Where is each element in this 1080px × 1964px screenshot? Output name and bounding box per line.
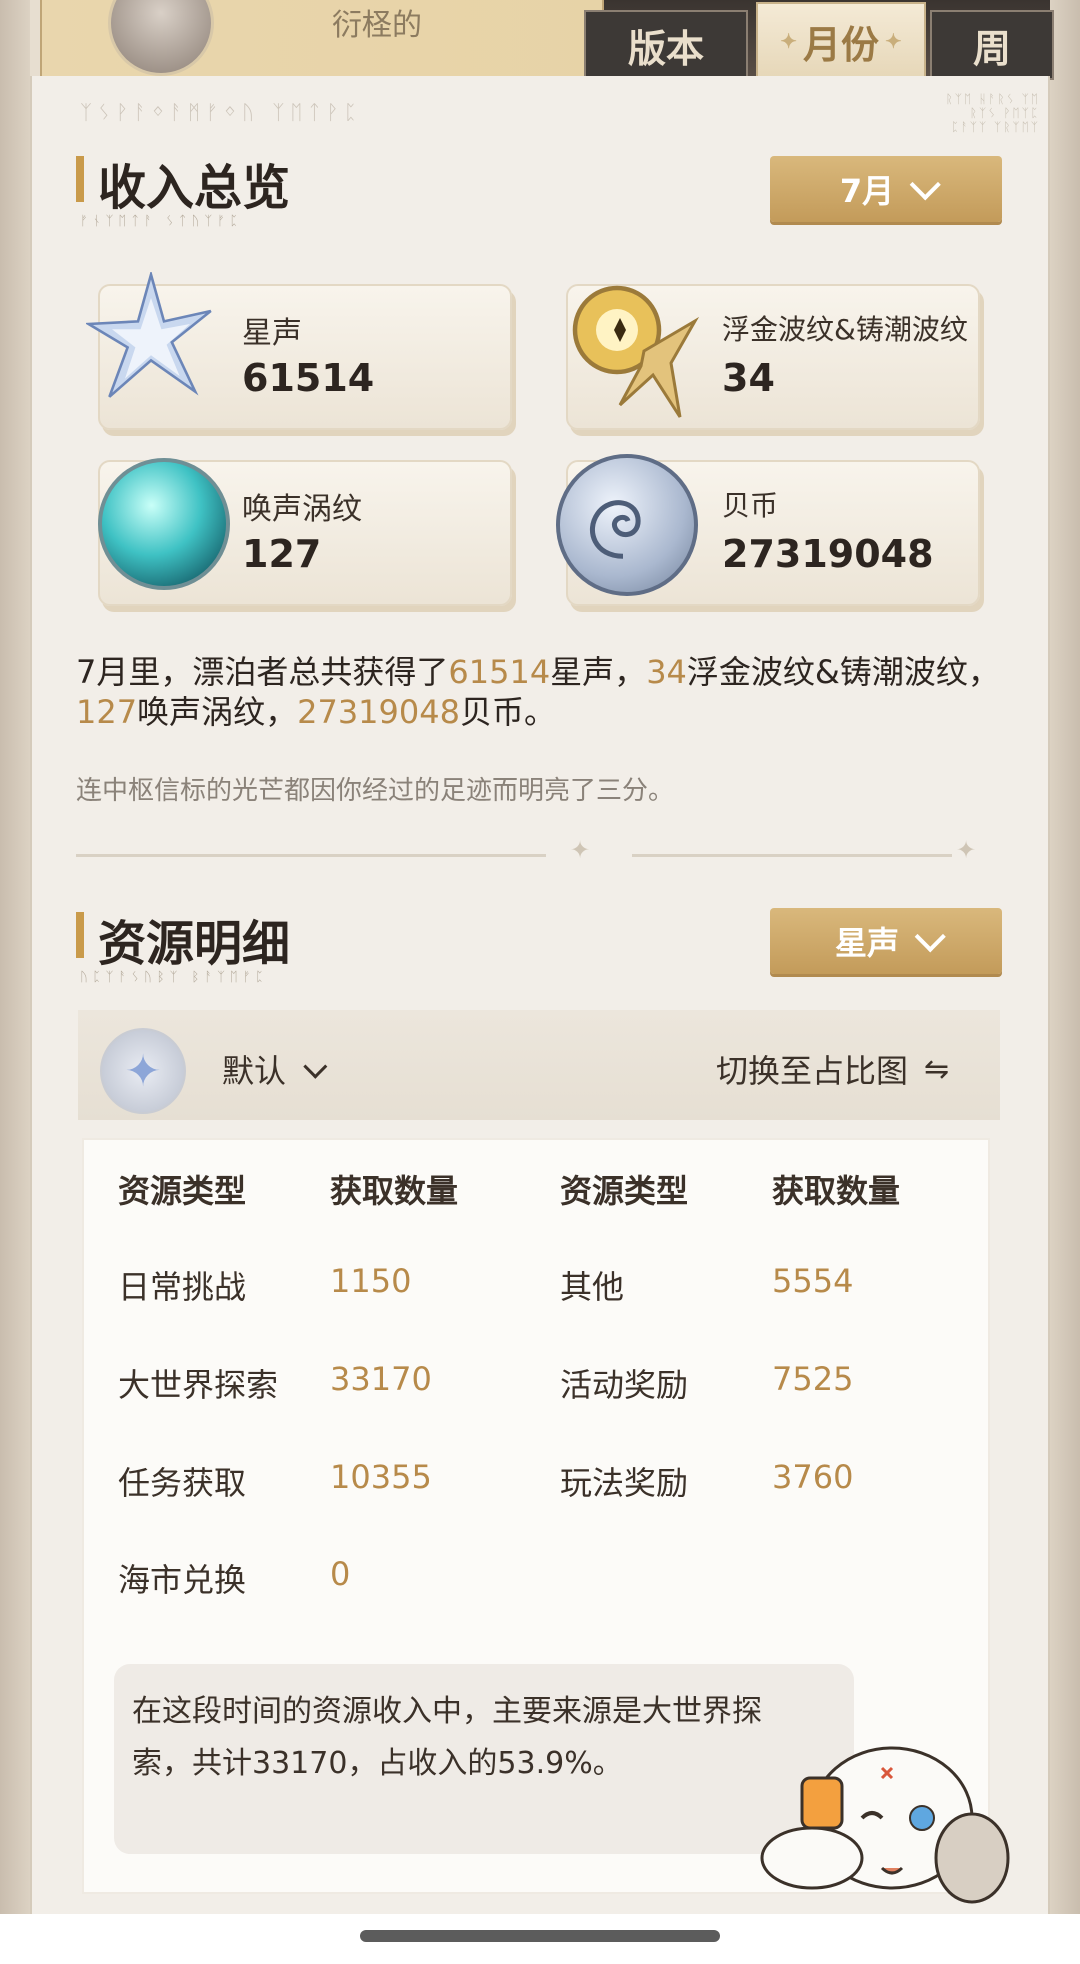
table-cell-label: 玩法奖励	[560, 1464, 689, 1502]
currency-value: 34	[722, 356, 775, 400]
chevron-down-icon	[909, 169, 941, 201]
title-accent-bar	[76, 156, 84, 202]
table-cell-label: 海市兑换	[118, 1561, 247, 1599]
shell-swirl-icon	[590, 500, 641, 559]
sort-filter-dropdown[interactable]: 默认	[222, 1046, 328, 1092]
table-cell-label: 其他	[560, 1268, 625, 1306]
shell-credit-icon	[556, 454, 698, 596]
currency-name: 唤声涡纹	[242, 492, 362, 527]
table-cell-value: 10355	[330, 1458, 432, 1496]
title-accent-bar	[76, 912, 84, 958]
resource-dropdown[interactable]: 星声	[770, 908, 1002, 974]
tab-month-label: 月份	[802, 21, 879, 67]
currency-value: 27319048	[722, 532, 934, 576]
sparkle-icon: ✦	[570, 836, 591, 864]
table-cell-label: 活动奖励	[560, 1366, 689, 1404]
decorative-glyphs: ᛉᛊᚹᚨᛜᚨᛗᚠᛜᚢ ᛉᛖᛏᚹᛈ	[80, 100, 363, 124]
username: 衍柽的	[332, 8, 422, 43]
swap-arrows-icon: ⇋	[924, 1051, 950, 1087]
flavor-text: 连中枢信标的光芒都因你经过的足迹而明亮了三分。	[76, 776, 675, 806]
resource-details-title: 资源明细	[76, 904, 290, 974]
switch-chart-button[interactable]: 切换至占比图 ⇋	[716, 1046, 949, 1092]
outer-frame-left	[0, 0, 30, 1964]
income-overview-title: 收入总览	[76, 148, 290, 218]
table-cell-value: 7525	[772, 1360, 854, 1398]
table-header: 获取数量	[772, 1172, 901, 1210]
astrite-star-icon	[86, 272, 212, 398]
tab-month[interactable]: ✦ 月份 ✦	[756, 2, 926, 80]
chevron-down-icon	[914, 921, 946, 953]
income-subtitle-glyphs: ᚠᚾᛉᛖᛏᚨ ᛊᛏᚢᛉᚠᛈ	[80, 214, 243, 229]
currency-name: 星声	[242, 316, 302, 351]
table-header: 资源类型	[560, 1172, 689, 1210]
switch-label: 切换至占比图	[716, 1052, 909, 1090]
currency-value: 61514	[242, 356, 375, 400]
currency-name: 贝币	[722, 489, 779, 522]
sparkle-icon: ✦	[956, 836, 977, 864]
decorative-glyph-block: ᚱᛉᛖ ᚺᚨᚱᛊ ᛉᛖ ᚱᛉᛊ ᚹᛖᛉᛈ ᛈᚨᛉᛉ ᛉᚱᛉᛖᛉ	[945, 92, 1040, 134]
table-cell-value: 5554	[772, 1262, 854, 1300]
summary-note-text: 在这段时间的资源收入中，主要来源是大世界探索，共计33170，占收入的53.9%…	[132, 1694, 762, 1781]
mascot-character-icon	[760, 1746, 1010, 1904]
table-cell-label: 日常挑战	[118, 1268, 247, 1306]
tab-week-label: 周	[972, 25, 1011, 71]
astrite-avatar-icon: ✦	[100, 1028, 186, 1114]
table-header: 获取数量	[330, 1172, 459, 1210]
sparkle-icon: ✦	[780, 29, 797, 53]
table-cell-value: 3760	[772, 1458, 854, 1496]
radiant-tide-icon	[98, 458, 230, 590]
table-cell-value: 33170	[330, 1360, 432, 1398]
filter-label: 默认	[222, 1052, 287, 1090]
resource-dropdown-label: 星声	[834, 924, 899, 962]
outer-frame-right	[1050, 0, 1080, 1964]
table-cell-label: 任务获取	[118, 1464, 247, 1502]
tab-version[interactable]: 版本	[584, 10, 748, 80]
table-cell-label: 大世界探索	[118, 1366, 279, 1404]
currency-value: 127	[242, 532, 322, 576]
tab-version-label: 版本	[627, 25, 704, 71]
section-divider: ✦ ✦	[76, 836, 996, 864]
table-cell-value: 1150	[330, 1262, 412, 1300]
month-dropdown-label: 7月	[839, 172, 895, 210]
table-cell-value: 0	[330, 1555, 351, 1593]
month-dropdown[interactable]: 7月	[770, 156, 1002, 222]
currency-name: 浮金波纹&铸潮波纹	[722, 313, 968, 346]
details-subtitle-glyphs: ᚢᛈᛉᚨᛊᚢᛒᛉ ᛒᚨᛉᛖᚠᛈ	[80, 970, 269, 985]
home-indicator[interactable]	[360, 1930, 720, 1942]
table-header: 资源类型	[118, 1172, 247, 1210]
income-summary: 7月里，漂泊者总共获得了61514星声，34浮金波纹&铸潮波纹，127唤声涡纹，…	[76, 653, 1000, 731]
sparkle-icon: ✦	[885, 29, 902, 53]
lustrous-tide-icon	[572, 285, 700, 418]
tab-week[interactable]: 周	[930, 10, 1054, 80]
